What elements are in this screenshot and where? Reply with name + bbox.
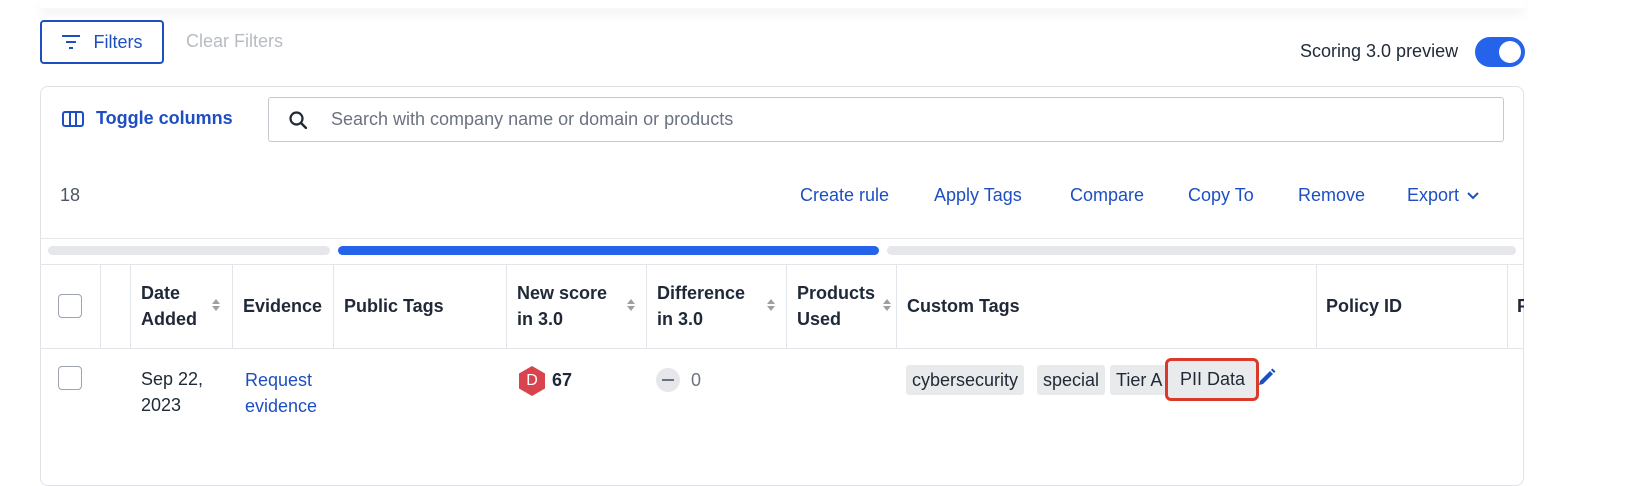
copy-to-button[interactable]: Copy To [1188,185,1254,206]
column-divider [333,264,334,349]
filter-icon [61,35,80,49]
no-change-icon [656,368,680,392]
toggle-columns-label: Toggle columns [96,108,233,128]
column-divider [506,264,507,349]
edit-pencil-icon[interactable] [1258,368,1276,386]
chevron-down-icon [1467,191,1479,200]
row-date-added: Sep 22, 2023 [141,366,203,418]
column-divider [786,264,787,349]
date-line: 2023 [141,395,182,415]
scrollbar-track-right[interactable] [887,246,1516,255]
header-next-column: P [1517,296,1524,316]
scoring-preview-label: Scoring 3.0 preview [1300,41,1459,61]
header-difference[interactable]: Difference in 3.0 [657,280,745,332]
horizontal-scrollbar-thumb[interactable] [338,246,879,255]
header-bottom-border [40,348,1524,349]
header-label-line: Difference [657,283,746,303]
clear-filters-button[interactable]: Clear Filters [186,31,283,52]
header-policy-id: Policy ID [1326,296,1403,316]
header-label-line: Date [141,283,181,303]
column-divider [1316,264,1317,349]
search-input[interactable] [329,108,1503,131]
table-top-border [40,264,1524,265]
header-evidence: Evidence [243,296,323,316]
difference-value: 0 [691,370,702,390]
column-divider [1507,264,1508,349]
filters-button[interactable]: Filters [40,20,164,64]
link-line: evidence [245,396,318,416]
new-score-value: 67 [552,370,573,390]
select-all-checkbox[interactable] [58,294,82,318]
custom-tag[interactable]: special [1037,365,1106,395]
link-line: Request [245,370,313,390]
header-label-line: in 3.0 [517,309,564,329]
header-label-line: Added [141,309,197,329]
result-count: 18 [60,185,81,205]
header-label-line: Used [797,309,842,329]
toggle-knob [1499,41,1521,63]
toolbar-divider [40,238,1524,239]
toggle-columns-button[interactable]: Toggle columns [62,108,233,129]
results-panel [40,86,1524,486]
scoring-preview-toggle[interactable] [1475,37,1525,67]
custom-tag[interactable]: Tier A [1110,365,1168,395]
filters-label: Filters [93,31,143,52]
column-divider [100,264,101,349]
date-line: Sep 22, [141,369,204,389]
column-divider [896,264,897,349]
search-icon [289,110,307,129]
export-label: Export [1407,185,1460,205]
export-button[interactable]: Export [1407,185,1479,206]
header-custom-tags: Custom Tags [907,296,1020,316]
columns-icon [62,110,84,127]
grade-letter: D [526,372,538,389]
row-checkbox[interactable] [58,366,82,390]
custom-tag-highlighted[interactable]: PII Data [1165,358,1259,401]
column-divider [646,264,647,349]
header-new-score[interactable]: New score in 3.0 [517,280,607,332]
header-label-line: New score [517,283,608,303]
request-evidence-link[interactable]: Request evidence [245,367,317,419]
top-header-shadow [40,0,1524,8]
remove-button[interactable]: Remove [1298,185,1365,206]
search-box[interactable] [268,97,1504,142]
header-date-added[interactable]: Date Added [141,280,197,332]
scrollbar-track-left[interactable] [48,246,330,255]
column-divider [130,264,131,349]
header-label-line: in 3.0 [657,309,704,329]
custom-tag[interactable]: cybersecurity [906,365,1025,395]
compare-button[interactable]: Compare [1070,185,1144,206]
header-products-used[interactable]: Products Used [797,280,875,332]
apply-tags-button[interactable]: Apply Tags [934,185,1022,206]
header-label-line: Products [797,283,876,303]
header-public-tags: Public Tags [344,296,444,316]
grade-badge-icon: D [518,366,546,396]
column-divider [232,264,233,349]
create-rule-button[interactable]: Create rule [800,185,889,206]
